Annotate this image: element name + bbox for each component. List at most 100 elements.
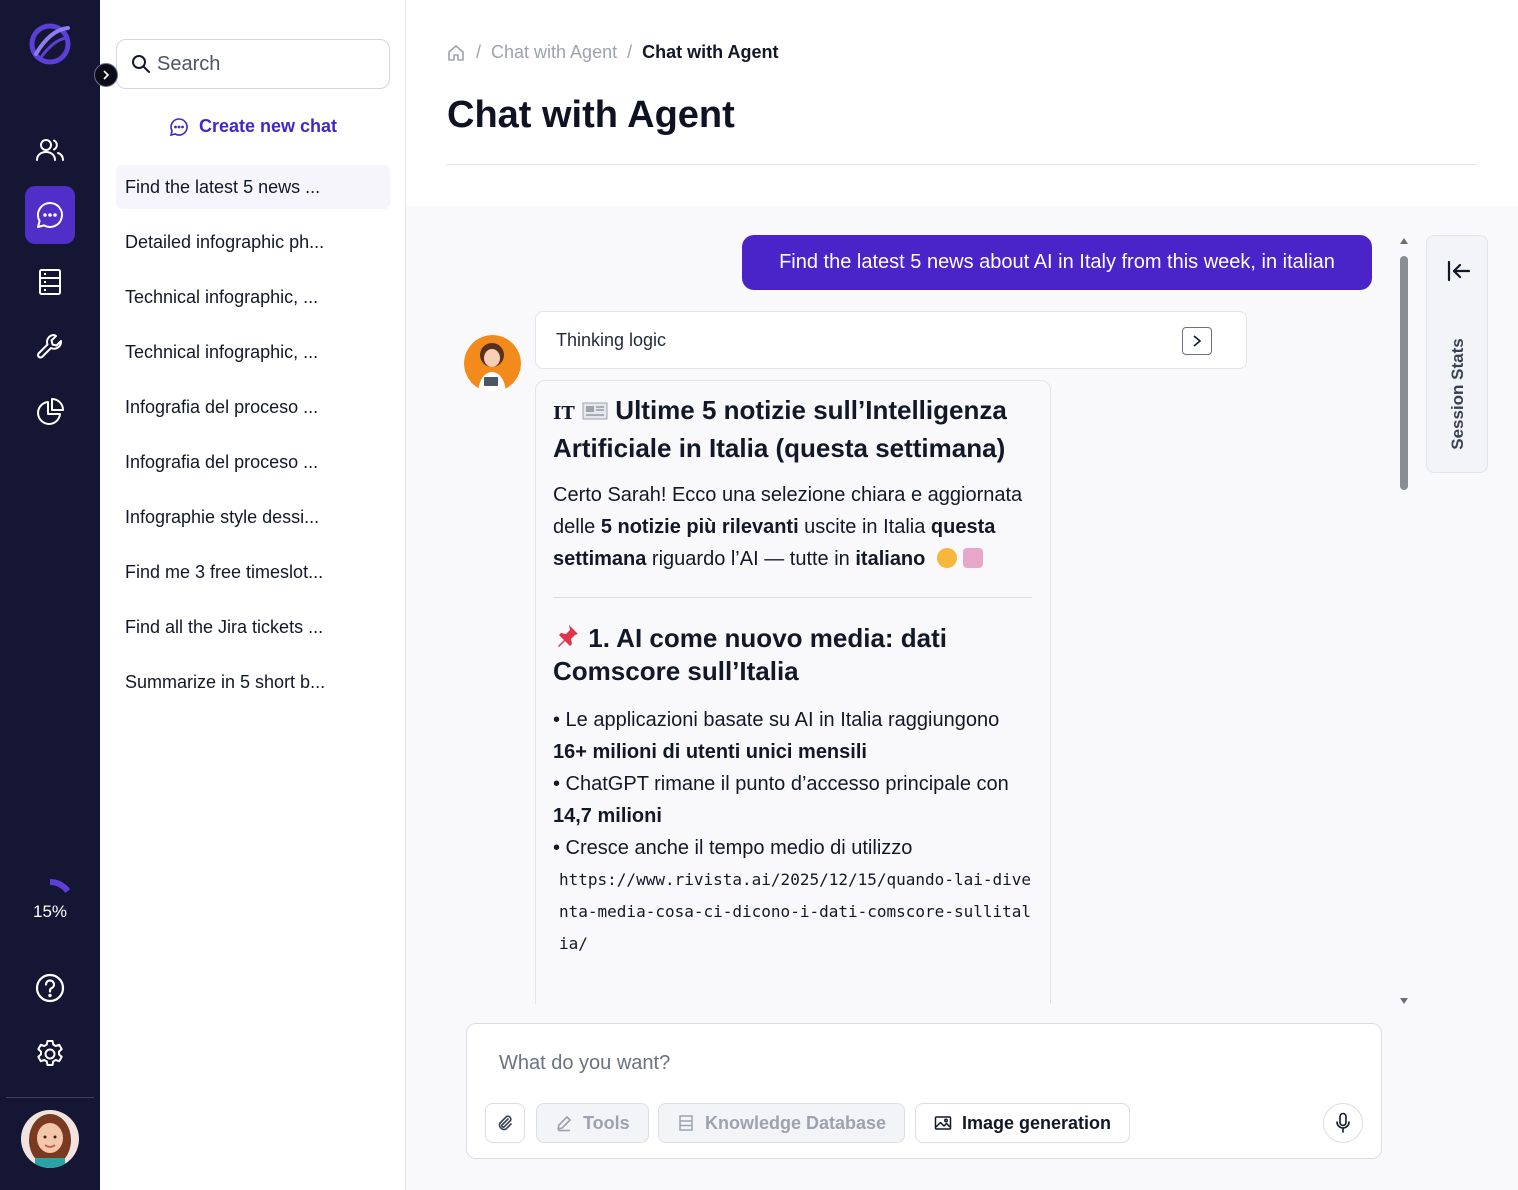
- sidebar-toggle-button[interactable]: [94, 63, 118, 87]
- users-nav-button[interactable]: [25, 121, 75, 179]
- agent-answer-card: IT Ultime 5 notizie sull’Intelligenza Ar…: [535, 380, 1051, 1004]
- chat-history-item[interactable]: Find all the Jira tickets ...: [116, 605, 390, 649]
- chat-history-label: Summarize in 5 short b...: [125, 671, 326, 692]
- help-button[interactable]: [25, 959, 75, 1017]
- pushpin-icon: [558, 625, 578, 647]
- chat-history-label: Detailed infographic ph...: [125, 231, 325, 252]
- chat-history-item[interactable]: Summarize in 5 short b...: [116, 660, 390, 704]
- session-stats-tab[interactable]: Session Stats: [1426, 235, 1488, 473]
- bullet-text: • ChatGPT rimane il punto d’accesso prin…: [553, 773, 1009, 795]
- chevron-right-icon: [103, 70, 110, 80]
- chat-history-item[interactable]: Infographie style dessi...: [116, 495, 390, 539]
- database-icon: [679, 1115, 693, 1131]
- chat-history-item[interactable]: Find me 3 free timeslot...: [116, 550, 390, 594]
- news-bullet: • Le applicazioni basate su AI in Italia…: [553, 704, 1032, 768]
- bullet-bold: 14,7 milioni: [553, 805, 662, 827]
- voice-input-button[interactable]: [1323, 1103, 1363, 1143]
- news-source-link[interactable]: https://www.rivista.ai/2025/12/15/quando…: [553, 864, 1032, 960]
- collapse-left-icon[interactable]: [1443, 256, 1473, 286]
- answer-title: IT Ultime 5 notizie sull’Intelligenza Ar…: [553, 393, 1032, 465]
- expand-thinking-button[interactable]: [1182, 327, 1212, 355]
- intro-text: uscite in Italia: [798, 516, 931, 538]
- attach-button[interactable]: [485, 1103, 525, 1143]
- tools-label: Tools: [583, 1112, 630, 1133]
- chat-icon: [37, 202, 63, 228]
- chevron-right-icon: [1193, 335, 1202, 347]
- tools-nav-button[interactable]: [25, 318, 75, 376]
- chat-history-item[interactable]: Infografia del proceso ...: [116, 440, 390, 484]
- thinking-logic-panel[interactable]: Thinking logic: [535, 311, 1247, 369]
- scroll-down-arrow[interactable]: [1400, 998, 1408, 1004]
- app-logo[interactable]: [26, 20, 74, 68]
- smile-emoji-icon: [936, 548, 957, 568]
- image-icon: [934, 1116, 952, 1130]
- chat-history-panel: Create new chat Find the latest 5 news .…: [100, 0, 406, 1190]
- create-new-chat-label: Create new chat: [198, 116, 338, 136]
- pie-chart-icon: [37, 398, 64, 425]
- search-field[interactable]: [116, 39, 390, 89]
- image-generation-label: Image generation: [962, 1112, 1112, 1133]
- user-message-bubble: Find the latest 5 news about AI in Italy…: [742, 235, 1372, 290]
- intro-bold: 5 notizie più rilevanti: [600, 516, 799, 538]
- chat-history-label: Infografia del proceso ...: [125, 396, 319, 417]
- database-nav-button[interactable]: [25, 253, 75, 311]
- settings-button[interactable]: [25, 1025, 75, 1083]
- rail-divider: [6, 1097, 94, 1098]
- search-input[interactable]: [157, 52, 377, 76]
- microphone-icon: [1336, 1112, 1350, 1133]
- paperclip-icon: [498, 1115, 512, 1131]
- news-item-title-text: 1. AI come nuovo media: dati Comscore su…: [553, 623, 948, 686]
- chat-history-label: Find me 3 free timeslot...: [125, 561, 324, 582]
- gear-icon: [37, 1040, 63, 1066]
- chat-history-item[interactable]: Technical infographic, ...: [116, 330, 390, 374]
- agent-avatar: [464, 335, 521, 392]
- help-icon: [35, 973, 65, 1003]
- chat-history-label: Technical infographic, ...: [125, 341, 319, 362]
- bullet-text: • Le applicazioni basate su AI in Italia…: [553, 709, 1000, 731]
- page-title: Chat with Agent: [447, 94, 735, 136]
- breadcrumb-link[interactable]: Chat with Agent: [491, 42, 617, 63]
- news-bullet: • Cresce anche il tempo medio di utilizz…: [553, 837, 913, 859]
- pencil-icon: [557, 1116, 571, 1132]
- create-new-chat-button[interactable]: Create new chat: [100, 116, 406, 137]
- conversation-scrollbar[interactable]: [1396, 238, 1412, 1004]
- scrollbar-thumb[interactable]: [1400, 256, 1408, 490]
- answer-title-text: Ultime 5 notizie sull’Intelligenza Artif…: [553, 395, 1007, 463]
- chat-nav-button[interactable]: [25, 186, 75, 244]
- user-avatar[interactable]: [21, 1110, 79, 1168]
- robot-emoji-icon: [962, 548, 983, 568]
- image-generation-button[interactable]: Image generation: [915, 1103, 1131, 1143]
- chat-history-label: Infographie style dessi...: [125, 506, 320, 527]
- chat-history-item[interactable]: Technical infographic, ...: [116, 275, 390, 319]
- italy-flag-label: IT: [553, 403, 575, 424]
- newspaper-icon: [582, 402, 608, 420]
- chat-history-label: Technical infographic, ...: [125, 286, 319, 307]
- chat-history-label: Infografia del proceso ...: [125, 451, 319, 472]
- thinking-logic-label: Thinking logic: [556, 329, 667, 350]
- tools-button[interactable]: Tools: [536, 1103, 649, 1143]
- header-divider: [446, 164, 1477, 165]
- main-content: / Chat with Agent / Chat with Agent Chat…: [406, 0, 1518, 1190]
- chat-history-item[interactable]: Infografia del proceso ...: [116, 385, 390, 429]
- session-stats-label: Session Stats: [1448, 338, 1467, 450]
- knowledge-database-button[interactable]: Knowledge Database: [658, 1103, 906, 1143]
- usage-percentage: 15%: [32, 902, 68, 921]
- bullet-bold: 16+ milioni di utenti unici mensili: [553, 741, 867, 763]
- home-icon[interactable]: [446, 43, 466, 63]
- breadcrumb-separator: /: [627, 42, 633, 62]
- chat-bubble-icon: [169, 117, 188, 136]
- news-item-title: 1. AI come nuovo media: dati Comscore su…: [553, 622, 1032, 688]
- chat-history-item[interactable]: Detailed infographic ph...: [116, 220, 390, 264]
- chat-history-label: Find all the Jira tickets ...: [125, 616, 324, 637]
- analytics-nav-button[interactable]: [25, 383, 75, 441]
- scroll-up-arrow[interactable]: [1400, 238, 1408, 244]
- intro-text: riguardo l’AI — tutte in: [646, 548, 856, 570]
- chat-history-label: Find the latest 5 news ...: [125, 176, 321, 197]
- prompt-input[interactable]: [499, 1052, 1299, 1075]
- breadcrumb-separator: /: [476, 42, 482, 62]
- answer-intro: Certo Sarah! Ecco una selezione chiara e…: [553, 479, 1032, 575]
- breadcrumb: / Chat with Agent / Chat with Agent: [446, 42, 778, 63]
- message-composer: Tools Knowledge Database Image generatio…: [466, 1023, 1382, 1159]
- chat-history-item[interactable]: Find the latest 5 news ...: [116, 165, 390, 209]
- wrench-icon: [37, 334, 63, 359]
